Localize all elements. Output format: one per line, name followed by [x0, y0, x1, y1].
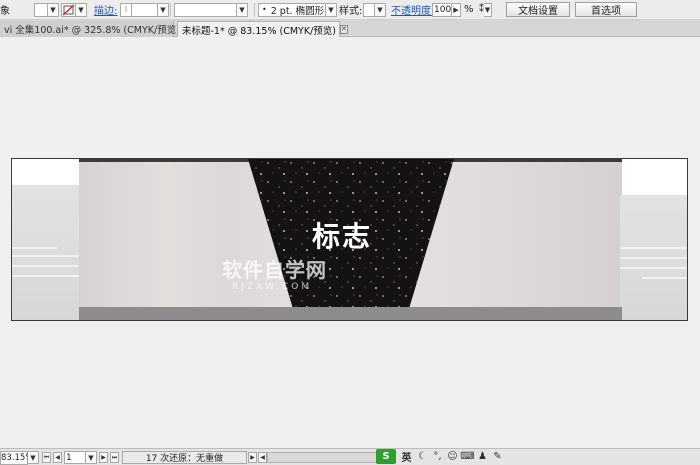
- status-text-field[interactable]: 17 次还原：无重做: [122, 451, 247, 464]
- last-artboard-button[interactable]: ⏭: [110, 451, 119, 464]
- canvas-area[interactable]: 标志 软件自学网 RJZXW.COM: [0, 38, 700, 448]
- chevron-down-icon[interactable]: ▼: [158, 2, 169, 17]
- fill-color-box[interactable]: [34, 2, 48, 17]
- divider: [170, 3, 171, 17]
- chevron-down-icon[interactable]: ▼: [484, 2, 492, 17]
- prev-artboard-button[interactable]: ◀: [53, 451, 62, 464]
- chevron-right-icon[interactable]: ▶: [452, 2, 461, 17]
- scroll-track[interactable]: [267, 452, 377, 463]
- zoom-field[interactable]: 83.15%: [0, 450, 33, 465]
- artboard[interactable]: 标志: [11, 158, 688, 321]
- watermark-text: 软件自学网: [222, 258, 327, 282]
- chevron-down-icon[interactable]: ▼: [86, 451, 97, 464]
- first-icon[interactable]: ⏮: [42, 452, 51, 463]
- sogou-ime-icon[interactable]: S: [376, 449, 396, 464]
- chevron-down-icon[interactable]: ▼: [76, 2, 87, 17]
- variable-width-select[interactable]: ▼: [174, 2, 248, 17]
- divider: [254, 3, 255, 17]
- tab-untitled-1[interactable]: 未标题-1* @ 83.15% (CMYK/预览) ✕: [177, 21, 348, 37]
- close-icon[interactable]: ✕: [339, 25, 348, 34]
- stroke-label[interactable]: 描边:: [94, 2, 117, 17]
- chevron-down-icon[interactable]: ▼: [28, 451, 39, 464]
- recolor-artwork-button[interactable]: ⁑ ▼: [479, 2, 492, 17]
- chevron-down-icon[interactable]: ▼: [375, 2, 386, 17]
- brush-definition-select[interactable]: • 2 pt. 椭圆形 ▼: [258, 2, 337, 17]
- opacity-link[interactable]: 不透明度:: [391, 2, 434, 17]
- artboard-number-field[interactable]: 1: [64, 451, 86, 464]
- chevron-down-icon[interactable]: ▼: [326, 2, 337, 17]
- last-icon[interactable]: ⏭: [110, 452, 119, 463]
- status-info[interactable]: 17 次还原：无重做 ▶: [122, 451, 257, 464]
- stroke-link[interactable]: 描边:: [94, 2, 117, 17]
- variable-width-field[interactable]: [174, 2, 237, 17]
- object-type-label: 象: [0, 2, 10, 17]
- ime-language-icon[interactable]: 英: [400, 450, 413, 464]
- brush-definition-field[interactable]: • 2 pt. 椭圆形: [258, 2, 326, 17]
- stroke-weight-field[interactable]: [132, 2, 158, 17]
- opacity-label[interactable]: 不透明度:: [391, 2, 434, 17]
- object-type-text: 象: [0, 6, 10, 17]
- dot-icon: •: [262, 5, 267, 14]
- fill-swatch[interactable]: ▼: [34, 2, 59, 17]
- first-artboard-button[interactable]: ⏮: [42, 451, 51, 464]
- stroke-swatch[interactable]: ▼: [61, 2, 87, 17]
- stroke-weight-spinner[interactable]: ⁝: [120, 2, 132, 17]
- artboard-select[interactable]: 1 ▼: [64, 451, 97, 464]
- ime-toolbar[interactable]: S 英 ☾ °, ☺ ⌨ ♟ ✎: [376, 449, 504, 464]
- chevron-down-icon[interactable]: ▼: [237, 2, 248, 17]
- punctuation-icon[interactable]: °,: [431, 450, 444, 463]
- stroke-none-icon[interactable]: [61, 2, 76, 17]
- user-icon[interactable]: ♟: [476, 450, 489, 463]
- bottom-gray-band: [79, 307, 622, 320]
- chevron-down-icon[interactable]: ▼: [48, 2, 59, 17]
- opacity-unit: %: [464, 4, 474, 15]
- preferences-button[interactable]: 首选项: [575, 2, 637, 17]
- watermark-url: RJZXW.COM: [232, 282, 313, 292]
- next-artboard-button[interactable]: ▶: [99, 451, 108, 464]
- moon-icon[interactable]: ☾: [416, 450, 429, 463]
- style-label: 样式:: [339, 6, 363, 17]
- keyboard-icon[interactable]: ⌨: [460, 450, 474, 463]
- stroke-weight-select[interactable]: ⁝ ▼: [120, 2, 169, 17]
- graphic-style-select[interactable]: ▼: [363, 2, 386, 17]
- illustrator-window: 象 ▼ ▼ 描边: ⁝ ▼ ▼ • 2 pt. 椭圆形 ▼ 样式: ▼ 不透明度…: [0, 0, 700, 465]
- tab-vi-collection[interactable]: vi 全集100.ai* @ 325.8% (CMYK/预览) ✕: [0, 21, 192, 37]
- document-setup-button[interactable]: 文档设置: [506, 2, 570, 17]
- horizontal-scrollbar[interactable]: ◀: [258, 451, 377, 464]
- opacity-input[interactable]: 100 ▶ %: [432, 2, 474, 17]
- smile-icon[interactable]: ☺: [446, 450, 459, 463]
- opacity-field[interactable]: 100: [432, 2, 452, 17]
- document-tab-bar: vi 全集100.ai* @ 325.8% (CMYK/预览) ✕ 未标题-1*…: [0, 20, 700, 37]
- logo-text[interactable]: 标志: [312, 215, 372, 255]
- status-menu-arrow-icon[interactable]: ▶: [248, 452, 257, 463]
- wrench-icon[interactable]: ✎: [491, 450, 504, 463]
- graphic-style-swatch[interactable]: [363, 2, 375, 17]
- status-bar: 83.15% ▼ ⏮ ◀ 1 ▼ ▶ ⏭ 17 次还原：无重做 ▶ ◀ S 英 …: [0, 448, 700, 465]
- prev-icon[interactable]: ◀: [53, 452, 62, 463]
- control-bar: 象 ▼ ▼ 描边: ⁝ ▼ ▼ • 2 pt. 椭圆形 ▼ 样式: ▼ 不透明度…: [0, 0, 700, 20]
- next-icon[interactable]: ▶: [99, 452, 108, 463]
- scroll-left-icon[interactable]: ◀: [258, 452, 267, 463]
- zoom-select[interactable]: 83.15% ▼: [0, 450, 39, 465]
